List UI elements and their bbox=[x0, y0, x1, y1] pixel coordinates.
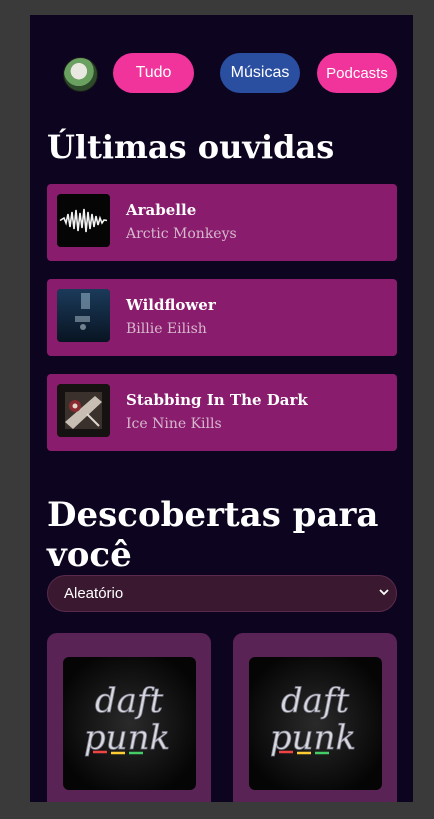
track-artist: Arctic Monkeys bbox=[126, 226, 237, 242]
discover-card[interactable]: daft punk bbox=[233, 633, 397, 802]
album-art: daft punk bbox=[249, 657, 382, 790]
discover-card[interactable]: daft punk bbox=[47, 633, 211, 802]
track-title: Wildflower bbox=[126, 296, 216, 314]
album-cover-image bbox=[57, 384, 110, 437]
svg-text:daft: daft bbox=[281, 681, 350, 721]
recent-track-item[interactable]: Arabelle Arctic Monkeys bbox=[47, 184, 397, 261]
recent-track-item[interactable]: Wildflower Billie Eilish bbox=[47, 279, 397, 356]
filter-bar: Tudo Músicas Podcasts bbox=[30, 15, 413, 131]
track-title: Stabbing In The Dark bbox=[126, 391, 308, 409]
album-cover-image bbox=[57, 194, 110, 247]
select-value: Aleatório bbox=[64, 585, 124, 602]
filter-podcasts-button[interactable]: Podcasts bbox=[317, 53, 397, 93]
svg-text:daft: daft bbox=[95, 681, 164, 721]
album-cover-image bbox=[57, 289, 110, 342]
app-screen: Tudo Músicas Podcasts Últimas ouvidas Ar… bbox=[30, 15, 413, 802]
avatar[interactable] bbox=[63, 57, 98, 92]
discover-section-title: Descobertas para você bbox=[47, 495, 379, 575]
track-title: Arabelle bbox=[126, 201, 197, 219]
chevron-down-icon bbox=[379, 589, 389, 596]
track-artist: Ice Nine Kills bbox=[126, 416, 222, 432]
recent-track-item[interactable]: Stabbing In The Dark Ice Nine Kills bbox=[47, 374, 397, 451]
filter-all-button[interactable]: Tudo bbox=[113, 53, 194, 93]
album-art: daft punk bbox=[63, 657, 196, 790]
filter-music-button[interactable]: Músicas bbox=[220, 53, 300, 93]
recent-section-title: Últimas ouvidas bbox=[47, 128, 335, 166]
track-artist: Billie Eilish bbox=[126, 321, 207, 337]
shuffle-select[interactable]: Aleatório bbox=[47, 575, 397, 612]
